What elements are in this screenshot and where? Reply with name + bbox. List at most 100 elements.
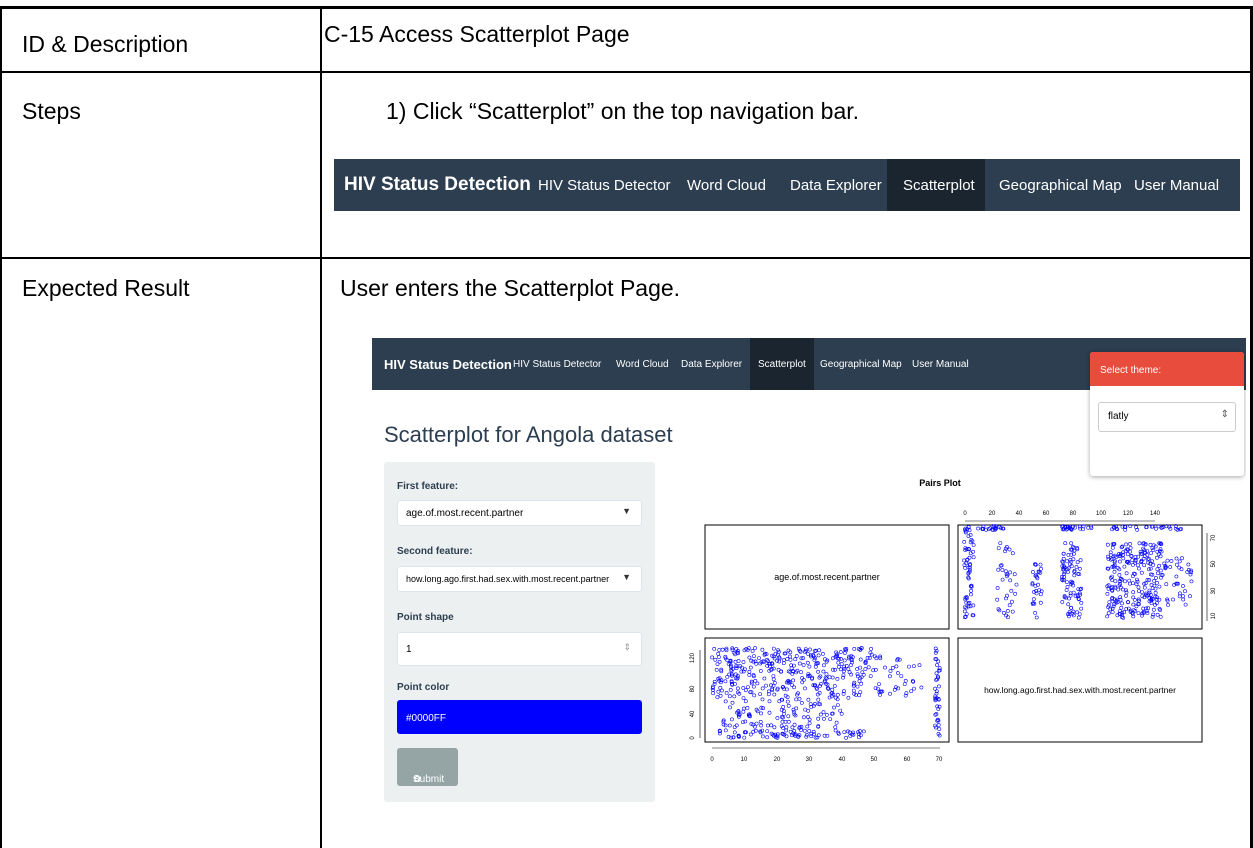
scatter-point — [784, 734, 789, 739]
scatter-point — [732, 725, 737, 730]
scatter-point — [823, 675, 828, 680]
scatter-point — [1031, 597, 1036, 602]
scatter-point — [1010, 551, 1015, 556]
top-tick-6: 120 — [1123, 511, 1134, 517]
scatter-point — [1136, 585, 1141, 590]
scatter-point — [816, 716, 821, 721]
nav-item-data-explorer[interactable]: Data Explorer — [790, 177, 882, 194]
scatter-point — [730, 700, 735, 705]
scatter-point — [1010, 599, 1014, 604]
scatter-point — [842, 730, 847, 735]
scatter-point — [824, 672, 829, 677]
scatter-point — [833, 728, 838, 733]
scatter-point — [743, 699, 748, 704]
scatter-point — [1155, 567, 1160, 572]
scatter-point — [723, 728, 728, 733]
scatter-point — [1105, 614, 1110, 619]
scatter-point — [888, 669, 893, 673]
scatter-point — [772, 692, 777, 697]
nav-item-scatterplot[interactable]: Scatterplot — [903, 177, 975, 194]
nav-brand[interactable]: HIV Status Detection — [344, 174, 531, 196]
bottom-tick-2: 20 — [774, 757, 781, 763]
scatter-point — [1137, 541, 1142, 546]
scatter-point — [1000, 568, 1005, 572]
scatter-point — [1039, 592, 1043, 597]
scatter-point — [1139, 570, 1144, 575]
row-label-id: ID & Description — [22, 31, 189, 57]
scatter-point — [1118, 559, 1122, 564]
scatter-point — [838, 667, 843, 672]
scatter-point — [712, 646, 717, 651]
scatter-point — [723, 699, 728, 704]
panel-top-right — [957, 524, 1203, 630]
scatter-point — [836, 660, 841, 665]
scatter-point — [710, 655, 715, 660]
scatter-point — [1069, 541, 1074, 546]
bottom-tick-0: 0 — [710, 757, 714, 763]
scatter-point — [869, 646, 874, 651]
scatter-point — [995, 586, 1000, 590]
scatter-point — [799, 728, 804, 732]
scatter-point — [1181, 594, 1185, 599]
scatter-point — [919, 685, 924, 690]
scatter-point — [820, 651, 825, 656]
nav-item-word-cloud[interactable]: Word Cloud — [687, 177, 766, 194]
scatter-point — [855, 684, 860, 689]
scatter-point — [1171, 597, 1175, 602]
scatter-point — [998, 563, 1003, 568]
scatter-point — [1188, 594, 1192, 599]
nav-item-user-manual[interactable]: User Manual — [1134, 177, 1219, 194]
nav-item-geographical-map[interactable]: Geographical Map — [999, 177, 1122, 194]
scatter-point — [998, 541, 1003, 546]
scatter-point — [775, 716, 780, 720]
scatter-point — [729, 717, 734, 722]
scatter-point — [711, 688, 716, 692]
scatter-point — [716, 655, 721, 660]
scatter-point — [732, 694, 737, 699]
scatter-point — [786, 714, 791, 719]
scatter-point — [1136, 563, 1140, 568]
scatter-point — [1149, 583, 1154, 587]
scatter-point — [799, 670, 803, 675]
scatter-point — [1131, 595, 1136, 600]
left-tick-1: 40 — [690, 710, 696, 717]
scatter-point — [750, 649, 755, 653]
scatter-point — [835, 692, 840, 697]
top-tick-4: 80 — [1070, 511, 1077, 517]
scatter-point — [1012, 572, 1017, 577]
scatter-point — [818, 712, 823, 717]
scatter-point — [1148, 542, 1153, 547]
scatter-point — [934, 725, 938, 730]
scatter-point — [1000, 577, 1005, 582]
scatter-point — [743, 688, 748, 693]
scatter-point — [818, 683, 822, 688]
scatter-point — [1066, 602, 1071, 607]
scatter-point — [797, 661, 802, 666]
scatter-point — [875, 686, 880, 691]
scatter-point — [1124, 542, 1129, 547]
scatter-point — [1031, 601, 1036, 606]
scatter-point — [741, 660, 746, 664]
scatter-point — [1119, 545, 1124, 550]
scatter-point — [1124, 571, 1129, 576]
scatter-point — [715, 662, 720, 667]
scatter-point — [816, 653, 821, 658]
scatter-point — [861, 672, 866, 677]
scatter-point — [857, 693, 862, 698]
scatter-point — [719, 688, 724, 693]
scatter-point — [1005, 609, 1010, 613]
scatter-point — [821, 716, 826, 721]
scatter-point — [1180, 556, 1184, 561]
scatter-point — [1157, 584, 1162, 589]
scatter-point — [1123, 579, 1127, 584]
scatter-point — [741, 709, 746, 714]
diag-label-var1: age.of.most.recent.partner — [774, 572, 880, 582]
scatter-point — [839, 711, 844, 716]
scatter-point — [934, 689, 939, 694]
scatter-point — [1164, 582, 1169, 587]
nav-item-hiv-status-detector[interactable]: HIV Status Detector — [538, 177, 671, 194]
scatter-point — [748, 732, 753, 737]
scatter-point — [785, 699, 790, 704]
scatter-point — [760, 734, 765, 739]
scatter-point — [936, 659, 941, 664]
